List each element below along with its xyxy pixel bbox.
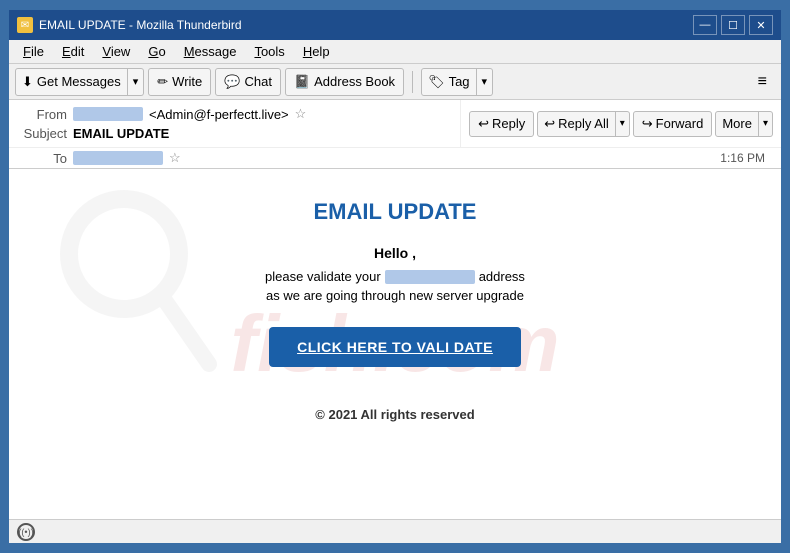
email-content: EMAIL UPDATE Hello , please validate you… <box>29 189 761 422</box>
from-row: From <Admin@f-perfectt.live> ☆ <box>17 104 452 124</box>
subject-value: EMAIL UPDATE <box>73 126 169 141</box>
menu-message[interactable]: Message <box>176 42 245 61</box>
minimize-button[interactable]: — <box>693 15 717 35</box>
chat-label: Chat <box>244 74 271 89</box>
subject-row: Subject EMAIL UPDATE <box>17 124 452 143</box>
reply-button[interactable]: Reply <box>469 111 534 137</box>
more-label: More <box>722 116 752 131</box>
get-messages-icon <box>22 74 33 90</box>
subject-label: Subject <box>17 126 67 141</box>
from-email: <Admin@f-perfectt.live> <box>149 107 289 122</box>
to-value-redacted <box>73 151 163 165</box>
menu-go[interactable]: Go <box>140 42 173 61</box>
email-body-title: EMAIL UPDATE <box>29 199 761 225</box>
titlebar: ✉ EMAIL UPDATE - Mozilla Thunderbird — ☐… <box>9 10 781 40</box>
reply-icon <box>478 116 489 132</box>
tag-label: Tag <box>449 74 470 89</box>
get-messages-arrow[interactable]: ▾ <box>128 68 145 96</box>
email-header: From <Admin@f-perfectt.live> ☆ Subject E… <box>9 100 781 169</box>
chat-icon <box>224 74 240 90</box>
hamburger-menu[interactable]: ≡ <box>750 69 775 95</box>
email-body: fish.com EMAIL UPDATE Hello , please val… <box>9 169 781 519</box>
validate-button[interactable]: CLICK HERE TO VALI DATE <box>269 327 521 367</box>
thunderbird-window: ✉ EMAIL UPDATE - Mozilla Thunderbird — ☐… <box>7 8 783 545</box>
to-row: To ☆ 1:16 PM <box>9 148 781 168</box>
get-messages-dropdown: Get Messages ▾ <box>15 68 144 96</box>
window-title: EMAIL UPDATE - Mozilla Thunderbird <box>39 18 242 32</box>
from-star-icon[interactable]: ☆ <box>295 106 307 122</box>
forward-label: Forward <box>656 116 704 131</box>
main-toolbar: Get Messages ▾ Write Chat Address Book T… <box>9 64 781 100</box>
reply-all-arrow[interactable]: ▾ <box>616 111 630 137</box>
menu-tools[interactable]: Tools <box>246 42 292 61</box>
window-controls: — ☐ ✕ <box>693 15 773 35</box>
get-messages-button[interactable]: Get Messages <box>15 68 128 96</box>
tag-button[interactable]: Tag <box>421 68 476 96</box>
close-button[interactable]: ✕ <box>749 15 773 35</box>
email-line1-before: please validate your <box>265 269 381 284</box>
email-hello: Hello , <box>29 245 761 261</box>
forward-button[interactable]: Forward <box>633 111 713 137</box>
email-line1: please validate your address <box>29 269 761 284</box>
app-icon: ✉ <box>17 17 33 33</box>
reply-all-label: Reply All <box>558 116 609 131</box>
maximize-button[interactable]: ☐ <box>721 15 745 35</box>
email-fields: From <Admin@f-perfectt.live> ☆ Subject E… <box>9 100 460 147</box>
reply-all-icon <box>544 116 555 132</box>
tag-arrow[interactable]: ▾ <box>477 68 494 96</box>
email-actions: Reply Reply All ▾ Forward More <box>460 100 781 147</box>
menu-help[interactable]: Help <box>295 42 338 61</box>
address-book-button[interactable]: Address Book <box>285 68 404 96</box>
reply-all-button[interactable]: Reply All <box>537 111 615 137</box>
statusbar: ((•)) <box>9 519 781 543</box>
write-button[interactable]: Write <box>148 68 211 96</box>
menu-file[interactable]: File <box>15 42 52 61</box>
reply-label: Reply <box>492 116 525 131</box>
status-signal-icon: ((•)) <box>18 527 33 537</box>
email-line1-after: address <box>479 269 525 284</box>
more-split: More ▾ <box>715 111 773 137</box>
to-star-icon[interactable]: ☆ <box>169 150 181 166</box>
reply-all-split: Reply All ▾ <box>537 111 630 137</box>
write-icon <box>157 74 168 90</box>
menu-view[interactable]: View <box>94 42 138 61</box>
toolbar-separator <box>412 71 413 93</box>
chat-button[interactable]: Chat <box>215 68 281 96</box>
email-line2: as we are going through new server upgra… <box>29 288 761 303</box>
email-line2-text: as we are going through new server upgra… <box>266 288 524 303</box>
menu-edit[interactable]: Edit <box>54 42 92 61</box>
more-button[interactable]: More <box>715 111 759 137</box>
forward-icon <box>642 116 653 132</box>
email-copyright: © 2021 All rights reserved <box>29 407 761 422</box>
from-name-redacted <box>73 107 143 121</box>
email-header-top: From <Admin@f-perfectt.live> ☆ Subject E… <box>9 100 781 148</box>
email-time: 1:16 PM <box>712 151 773 165</box>
menubar: File Edit View Go Message Tools Help <box>9 40 781 64</box>
tag-dropdown: Tag ▾ <box>421 68 493 96</box>
get-messages-label: Get Messages <box>37 74 121 89</box>
tag-icon <box>428 74 445 90</box>
email-address-redacted <box>385 270 475 284</box>
address-book-icon <box>294 74 310 90</box>
address-book-label: Address Book <box>314 74 395 89</box>
from-label: From <box>17 107 67 122</box>
titlebar-left: ✉ EMAIL UPDATE - Mozilla Thunderbird <box>17 17 242 33</box>
more-arrow[interactable]: ▾ <box>759 111 773 137</box>
write-label: Write <box>172 74 202 89</box>
to-label: To <box>17 151 67 166</box>
status-icon: ((•)) <box>17 523 35 541</box>
